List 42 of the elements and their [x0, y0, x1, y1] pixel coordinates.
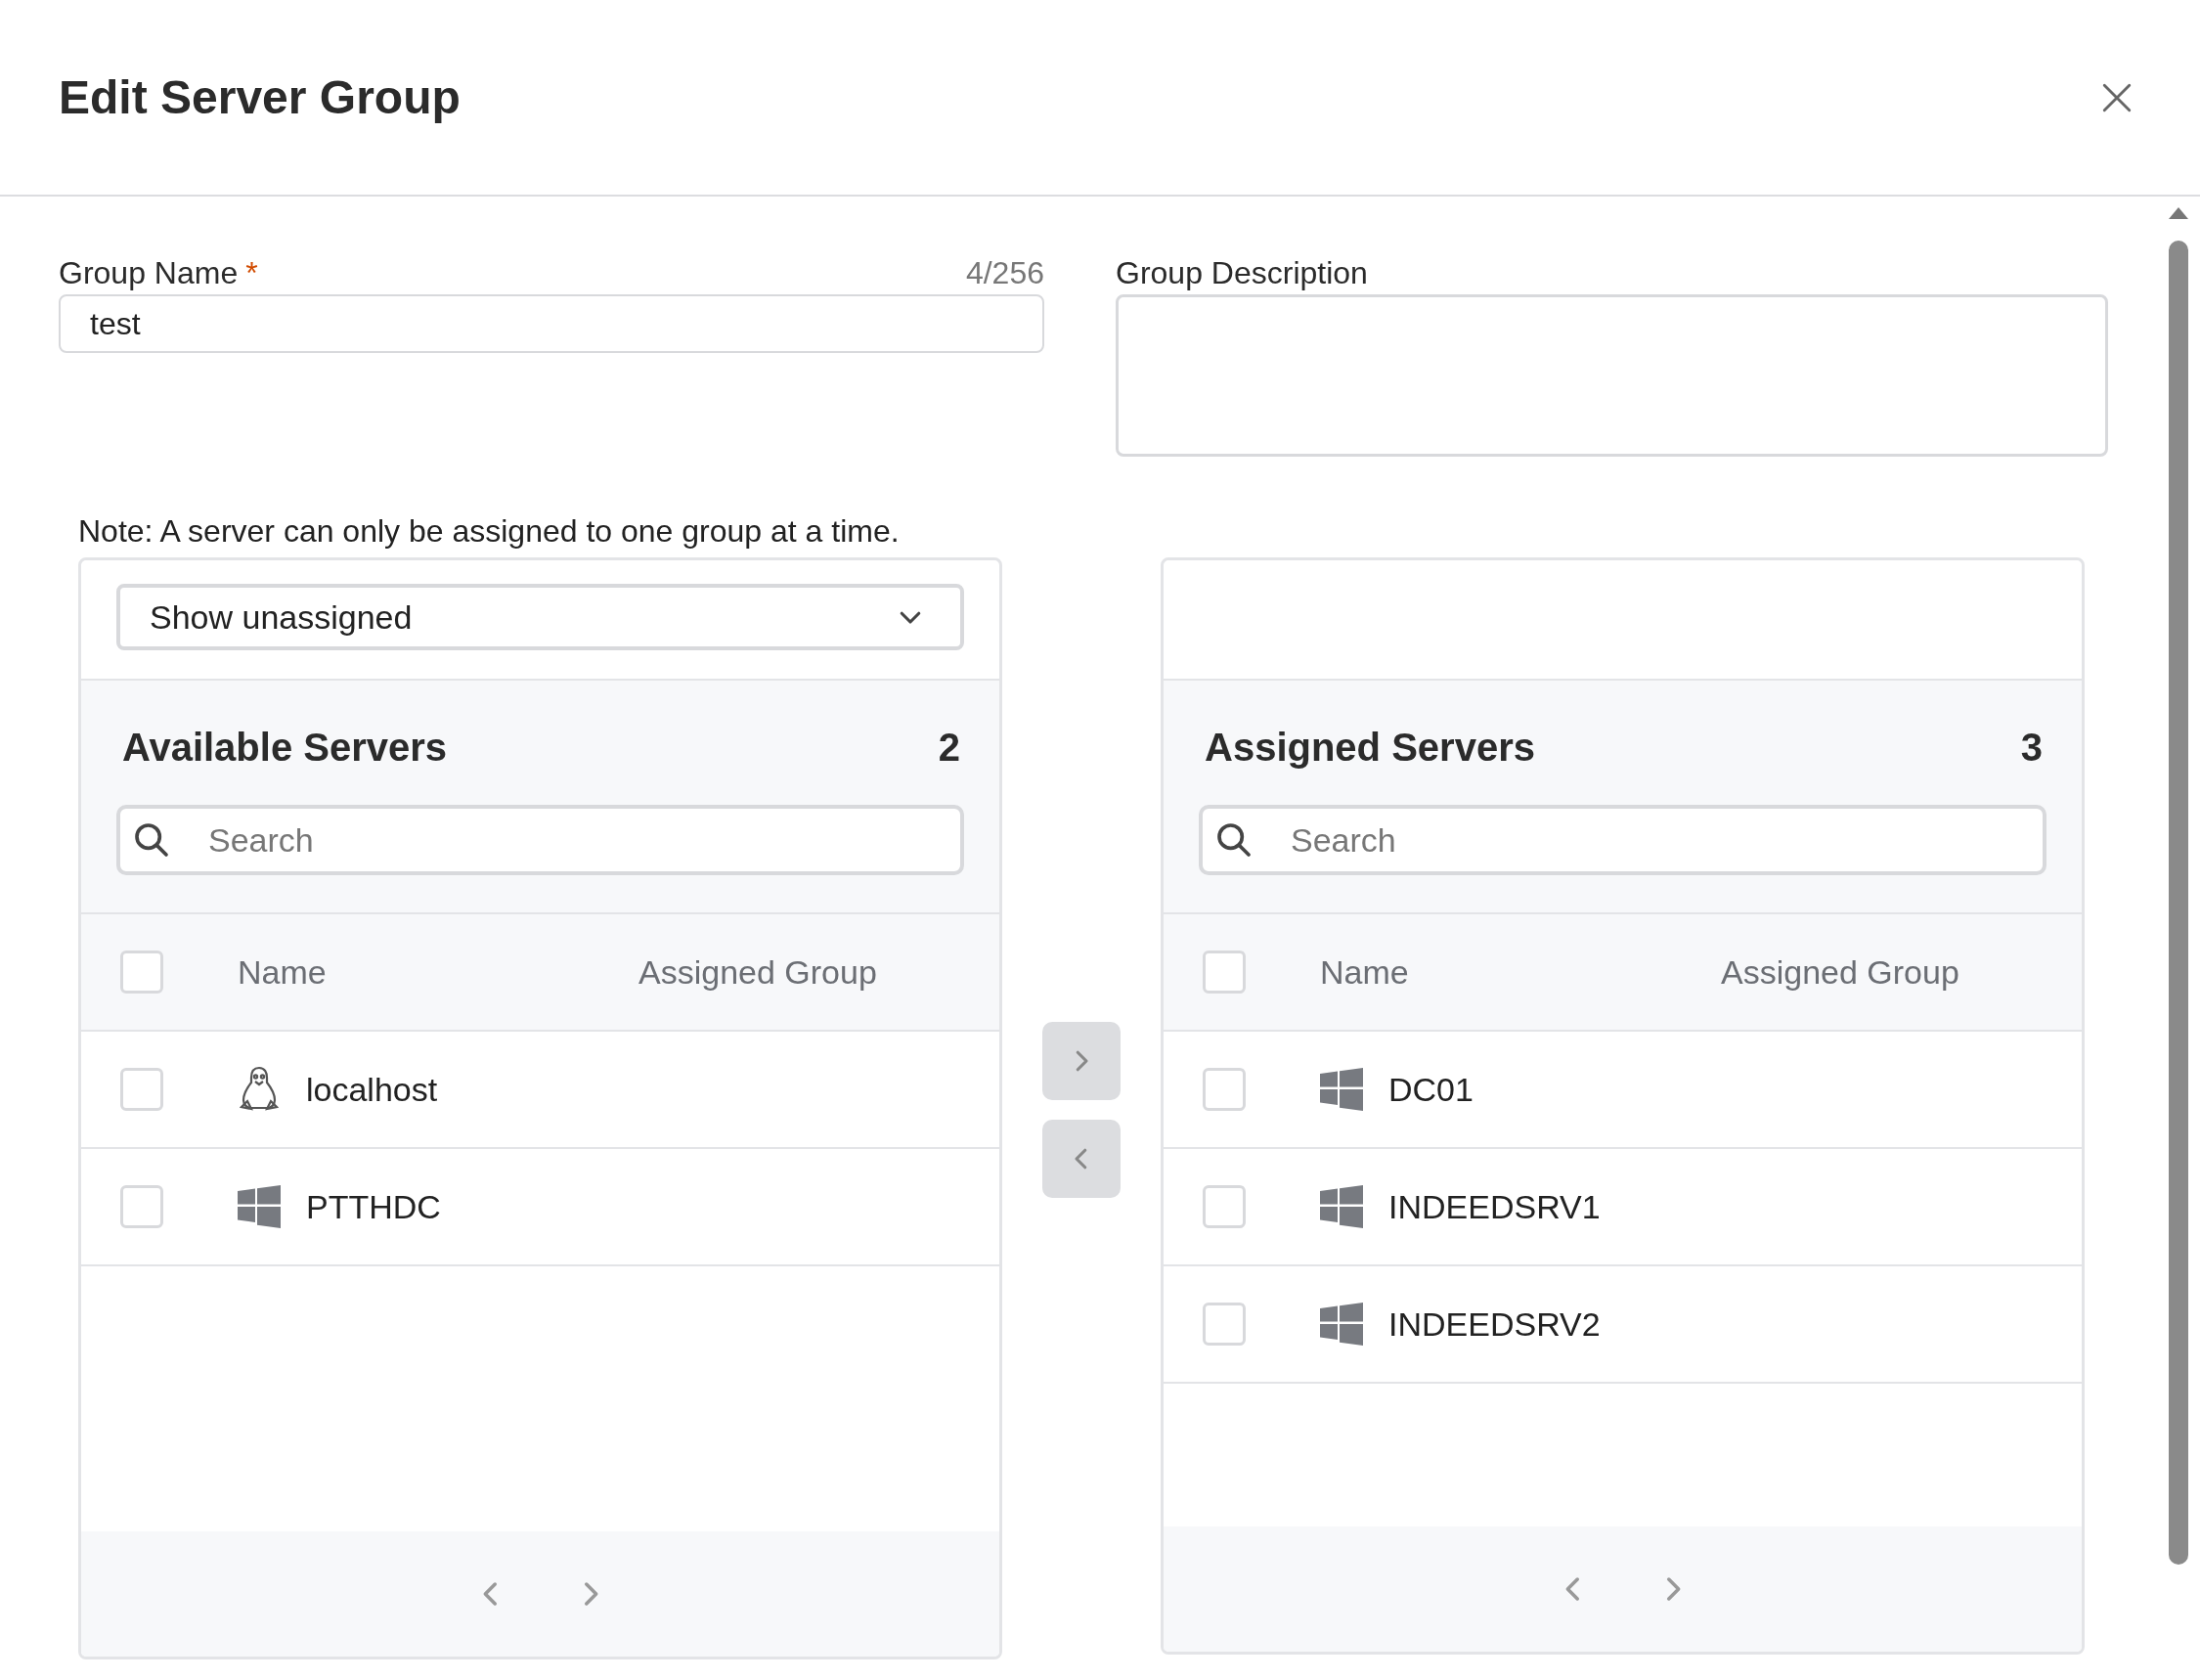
search-icon	[132, 820, 171, 860]
server-count: 2	[938, 726, 960, 770]
row-checkbox[interactable]	[1203, 1303, 1246, 1346]
move-right-button[interactable]	[1042, 1022, 1121, 1100]
field-label: Group Description	[1116, 255, 1368, 291]
select-all-checkbox[interactable]	[1203, 951, 1246, 994]
dropdown-value: Show unassigned	[150, 597, 413, 637]
search-field[interactable]: Search	[1199, 805, 2046, 875]
scrollbar[interactable]	[2167, 205, 2190, 1565]
field-label: Group Name	[59, 255, 239, 290]
search-field[interactable]: Search	[116, 805, 964, 875]
group-description-input[interactable]	[1116, 294, 2108, 457]
server-count: 3	[2020, 726, 2043, 770]
panel-title: Available Servers	[122, 726, 448, 770]
column-header: Name	[1320, 952, 1410, 992]
column-header: Assigned Group	[1721, 952, 1960, 992]
search-icon	[1214, 820, 1254, 860]
penguin-icon	[238, 1066, 281, 1113]
server-name: INDEEDSRV1	[1388, 1187, 1601, 1226]
filter-dropdown[interactable]: Show unassigned	[116, 584, 964, 650]
server-name: DC01	[1388, 1070, 1474, 1109]
move-left-button[interactable]	[1042, 1120, 1121, 1198]
windows-logo-icon	[1320, 1185, 1363, 1228]
windows-logo-icon	[238, 1185, 281, 1228]
row-checkbox[interactable]	[120, 1185, 163, 1228]
server-name: INDEEDSRV2	[1388, 1304, 1601, 1344]
panel-title: Assigned Servers	[1205, 726, 1535, 770]
windows-logo-icon	[1320, 1068, 1363, 1111]
server-name: localhost	[306, 1070, 438, 1109]
character-counter: 4/256	[965, 255, 1044, 291]
required-mark: *	[245, 255, 258, 290]
note-text: Note: A server can only be assigned to one group at a time.	[78, 513, 901, 550]
row-checkbox[interactable]	[1203, 1185, 1246, 1228]
group-name-input[interactable]: test	[59, 294, 1044, 353]
select-all-checkbox[interactable]	[120, 951, 163, 994]
windows-logo-icon	[1320, 1303, 1363, 1346]
row-checkbox[interactable]	[120, 1068, 163, 1111]
column-header: Assigned Group	[638, 952, 878, 992]
server-name: PTTHDC	[306, 1187, 441, 1226]
dialog-title: Edit Server Group	[59, 70, 461, 124]
column-header: Name	[238, 952, 328, 992]
row-checkbox[interactable]	[1203, 1068, 1246, 1111]
